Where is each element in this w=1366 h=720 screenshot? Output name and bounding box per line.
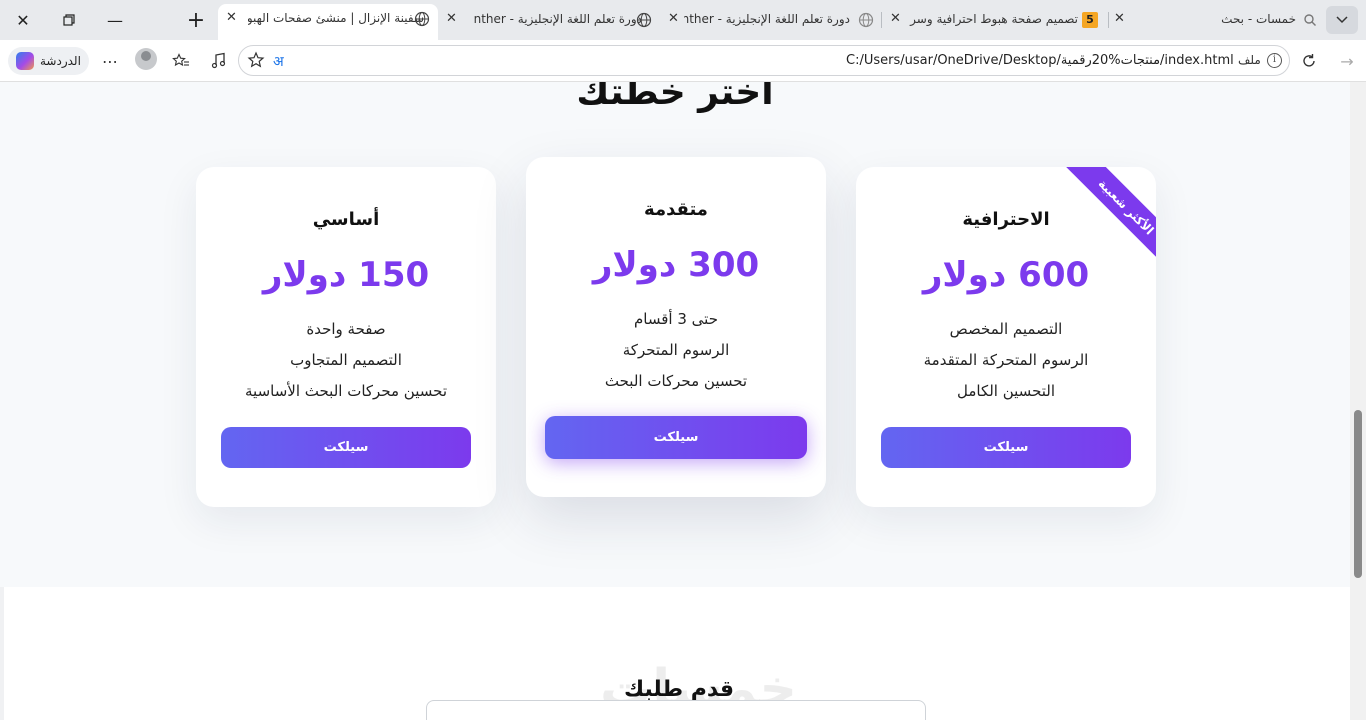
search-icon xyxy=(1304,14,1316,26)
tab-strip: ✕ — + ✕ سفينة الإنزال | منشئ صفحات الهبو… xyxy=(0,0,1366,40)
media-control-button[interactable] xyxy=(206,48,232,74)
copilot-icon xyxy=(16,52,34,70)
select-plan-button[interactable]: سيلكت xyxy=(545,416,807,459)
order-form-section: خمسات قدم طلبك xyxy=(0,587,1350,720)
tab-close-icon[interactable]: ✕ xyxy=(226,10,237,25)
favorites-button[interactable] xyxy=(168,48,194,74)
form-title: قدم طلبك xyxy=(623,677,735,702)
plan-card-basic: أساسي 150 دولار صفحة واحدة التصميم المتج… xyxy=(196,167,496,507)
plan-feature: الرسوم المتحركة المتقدمة xyxy=(923,351,1089,369)
tab-close-icon[interactable]: ✕ xyxy=(1114,11,1125,26)
globe-icon xyxy=(414,11,430,27)
khamsat-icon: 5 xyxy=(1082,12,1098,28)
plan-name: الاحترافية xyxy=(962,209,1050,230)
new-tab-button[interactable]: + xyxy=(174,0,218,40)
chevron-down-icon xyxy=(1336,16,1348,24)
address-bar[interactable]: अ C:/Users/usar/OneDrive/Desktop/منتجات%… xyxy=(238,45,1290,76)
profile-avatar[interactable] xyxy=(135,48,157,70)
form-input[interactable] xyxy=(426,700,926,720)
forward-button[interactable]: → xyxy=(1334,48,1360,74)
star-add-favorite-icon[interactable] xyxy=(247,51,265,73)
read-aloud-icon[interactable]: अ xyxy=(273,52,284,71)
plan-price: 600 دولار xyxy=(922,255,1090,295)
scrollbar-thumb[interactable] xyxy=(1354,410,1362,578)
plan-feature: التصميم المخصص xyxy=(949,320,1063,338)
tab-label: دورة تعلم اللغة الإنجليزية - nther xyxy=(684,12,850,26)
tab-khamsat-search[interactable]: ✕ خمسات - بحث xyxy=(1110,5,1322,36)
url-text[interactable]: C:/Users/usar/OneDrive/Desktop/منتجات%20… xyxy=(846,53,1234,68)
plan-feature: تحسين محركات البحث الأساسية xyxy=(245,382,447,400)
tab-close-icon[interactable]: ✕ xyxy=(668,11,679,26)
minimize-window-button[interactable]: — xyxy=(92,0,138,40)
select-plan-button[interactable]: سيلكت xyxy=(881,427,1131,468)
plan-card-advanced: متقدمة 300 دولار حتى 3 أقسام الرسوم المت… xyxy=(526,157,826,497)
more-menu-button[interactable]: ⋯ xyxy=(97,48,123,74)
tab-label: خمسات - بحث xyxy=(1221,12,1296,26)
tab-label: سفينة الإنزال | منشئ صفحات الهبوط xyxy=(248,11,424,25)
plan-feature: صفحة واحدة xyxy=(306,320,386,338)
globe-icon xyxy=(858,12,874,28)
refresh-icon xyxy=(1303,54,1315,67)
page-viewport: اختر خطتك أساسي 150 دولار صفحة واحدة الت… xyxy=(0,82,1350,720)
tab-close-icon[interactable]: ✕ xyxy=(890,11,901,26)
tab-label: تصميم صفحة هبوط احترافية وسر xyxy=(910,12,1078,26)
plan-feature: تحسين محركات البحث xyxy=(604,372,748,390)
plan-price: 300 دولار xyxy=(592,245,760,285)
music-note-icon xyxy=(211,52,226,69)
chat-button[interactable]: الدردشة xyxy=(8,47,89,75)
tab-label: دورة تعلم اللغة الإنجليزية - nther xyxy=(473,12,642,26)
pricing-section: اختر خطتك أساسي 150 دولار صفحة واحدة الت… xyxy=(0,82,1350,587)
pricing-title: اختر خطتك xyxy=(576,82,774,113)
plan-price: 150 دولار xyxy=(262,255,430,295)
chat-label: الدردشة xyxy=(40,54,81,68)
restore-icon xyxy=(63,14,75,26)
tab-landing-design[interactable]: ✕ تصميم صفحة هبوط احترافية وسر 5 xyxy=(884,5,1106,36)
plan-feature: الرسوم المتحركة xyxy=(622,341,730,359)
plan-feature: التحسين الكامل xyxy=(956,382,1056,400)
favorites-list-icon xyxy=(172,53,189,67)
plan-feature: التصميم المتجاوب xyxy=(290,351,402,369)
plan-name: متقدمة xyxy=(644,199,708,220)
info-icon[interactable]: i xyxy=(1267,53,1282,68)
tab-separator xyxy=(1108,12,1109,28)
restore-window-button[interactable] xyxy=(46,0,92,40)
page-scrollbar[interactable] xyxy=(1350,82,1366,720)
plan-name: أساسي xyxy=(312,209,380,230)
plan-feature: حتى 3 أقسام xyxy=(634,310,718,328)
globe-icon xyxy=(636,12,652,28)
tab-separator xyxy=(881,12,882,28)
tab-english-course-1[interactable]: ✕ دورة تعلم اللغة الإنجليزية - nther xyxy=(662,5,880,36)
tab-english-course-2[interactable]: ✕ دورة تعلم اللغة الإنجليزية - nther xyxy=(440,5,660,36)
tab-active[interactable]: ✕ سفينة الإنزال | منشئ صفحات الهبوط xyxy=(218,4,438,40)
select-plan-button[interactable]: سيلكت xyxy=(221,427,471,468)
tab-actions-button[interactable] xyxy=(1326,6,1358,34)
tab-close-icon[interactable]: ✕ xyxy=(446,11,457,26)
plan-card-professional: الأكثر شعبية الاحترافية 600 دولار التصمي… xyxy=(856,167,1156,507)
close-window-button[interactable]: ✕ xyxy=(0,0,46,40)
refresh-button[interactable] xyxy=(1296,48,1322,74)
file-protocol-label: ملف xyxy=(1238,53,1261,67)
